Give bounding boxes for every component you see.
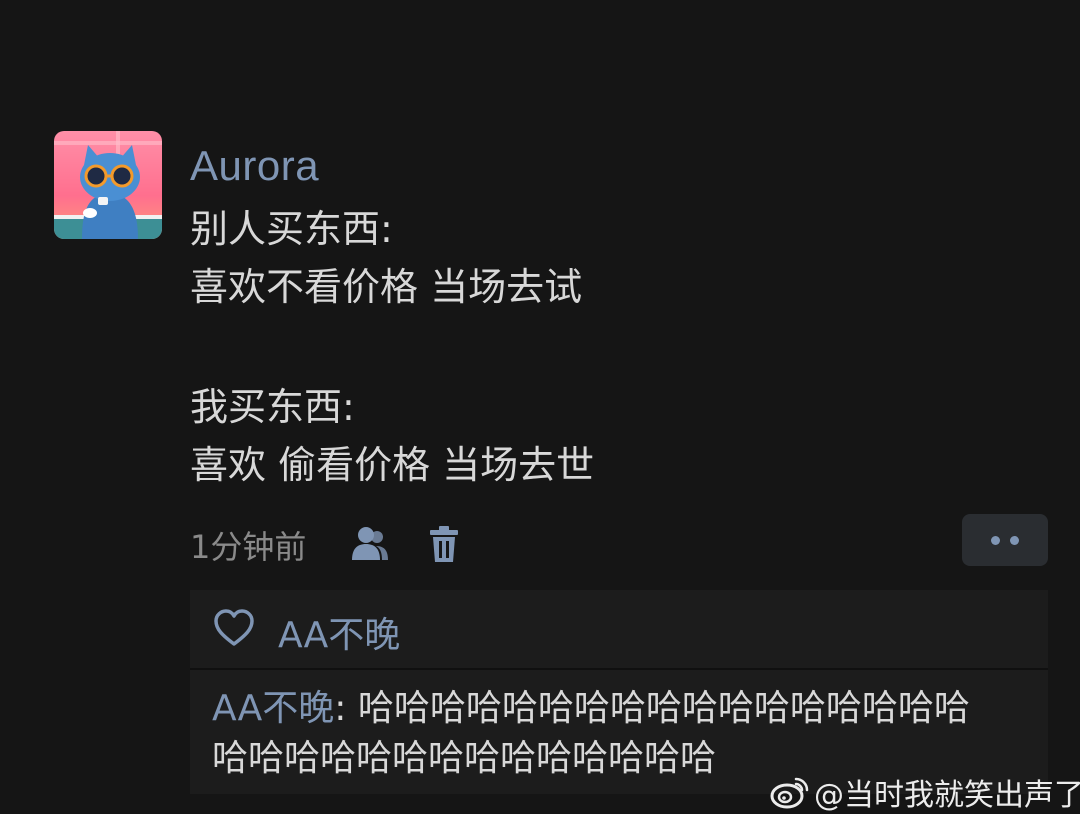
likes-row: AA不晚 (190, 590, 1048, 670)
friends-icon[interactable] (348, 522, 392, 566)
comment-separator: : (334, 688, 358, 729)
watermark: @当时我就笑出声了 (770, 770, 1080, 814)
heart-icon (212, 608, 256, 648)
post-content-line: 我买东西: (190, 385, 355, 429)
post-content-line: 喜欢不看价格 当场去试 (190, 265, 583, 309)
trash-icon[interactable] (422, 522, 466, 566)
post-username[interactable]: Aurora (190, 142, 319, 190)
comment-text: 哈哈哈哈哈哈哈哈哈哈哈哈哈哈哈哈哈 (357, 688, 970, 729)
post-content-line: 别人买东西: (190, 207, 393, 251)
comment-author[interactable]: AA不晚 (212, 688, 334, 729)
liker-name[interactable]: AA不晚 (278, 606, 400, 658)
more-actions-button[interactable] (962, 514, 1048, 566)
weibo-logo-icon (770, 777, 809, 809)
post-timestamp: 1分钟前 (190, 528, 307, 566)
comment-item[interactable]: AA不晚: 哈哈哈哈哈哈哈哈哈哈哈哈哈哈哈哈哈 哈哈哈哈哈哈哈哈哈哈哈哈哈哈 (212, 684, 1032, 784)
more-dots-icon (1010, 535, 1019, 545)
comment-text: 哈哈哈哈哈哈哈哈哈哈哈哈哈哈 (212, 738, 717, 779)
avatar[interactable] (54, 131, 162, 239)
cat-avatar-icon (54, 131, 162, 239)
post-content-line: 喜欢 偷看价格 当场去世 (190, 443, 595, 487)
comments-panel: AA不晚 AA不晚: 哈哈哈哈哈哈哈哈哈哈哈哈哈哈哈哈哈 哈哈哈哈哈哈哈哈哈哈哈… (190, 590, 1048, 794)
watermark-text: @当时我就笑出声了 (814, 778, 1080, 813)
post-content: 别人买东西: 喜欢不看价格 当场去试 我买东西: 喜欢 偷看价格 当场去世 (190, 200, 594, 494)
more-dots-icon (991, 535, 1000, 545)
moments-post: Aurora 别人买东西: 喜欢不看价格 当场去试 我买东西: 喜欢 偷看价格 … (0, 0, 1080, 813)
comment-line: AA不晚: 哈哈哈哈哈哈哈哈哈哈哈哈哈哈哈哈哈 (212, 684, 1032, 734)
